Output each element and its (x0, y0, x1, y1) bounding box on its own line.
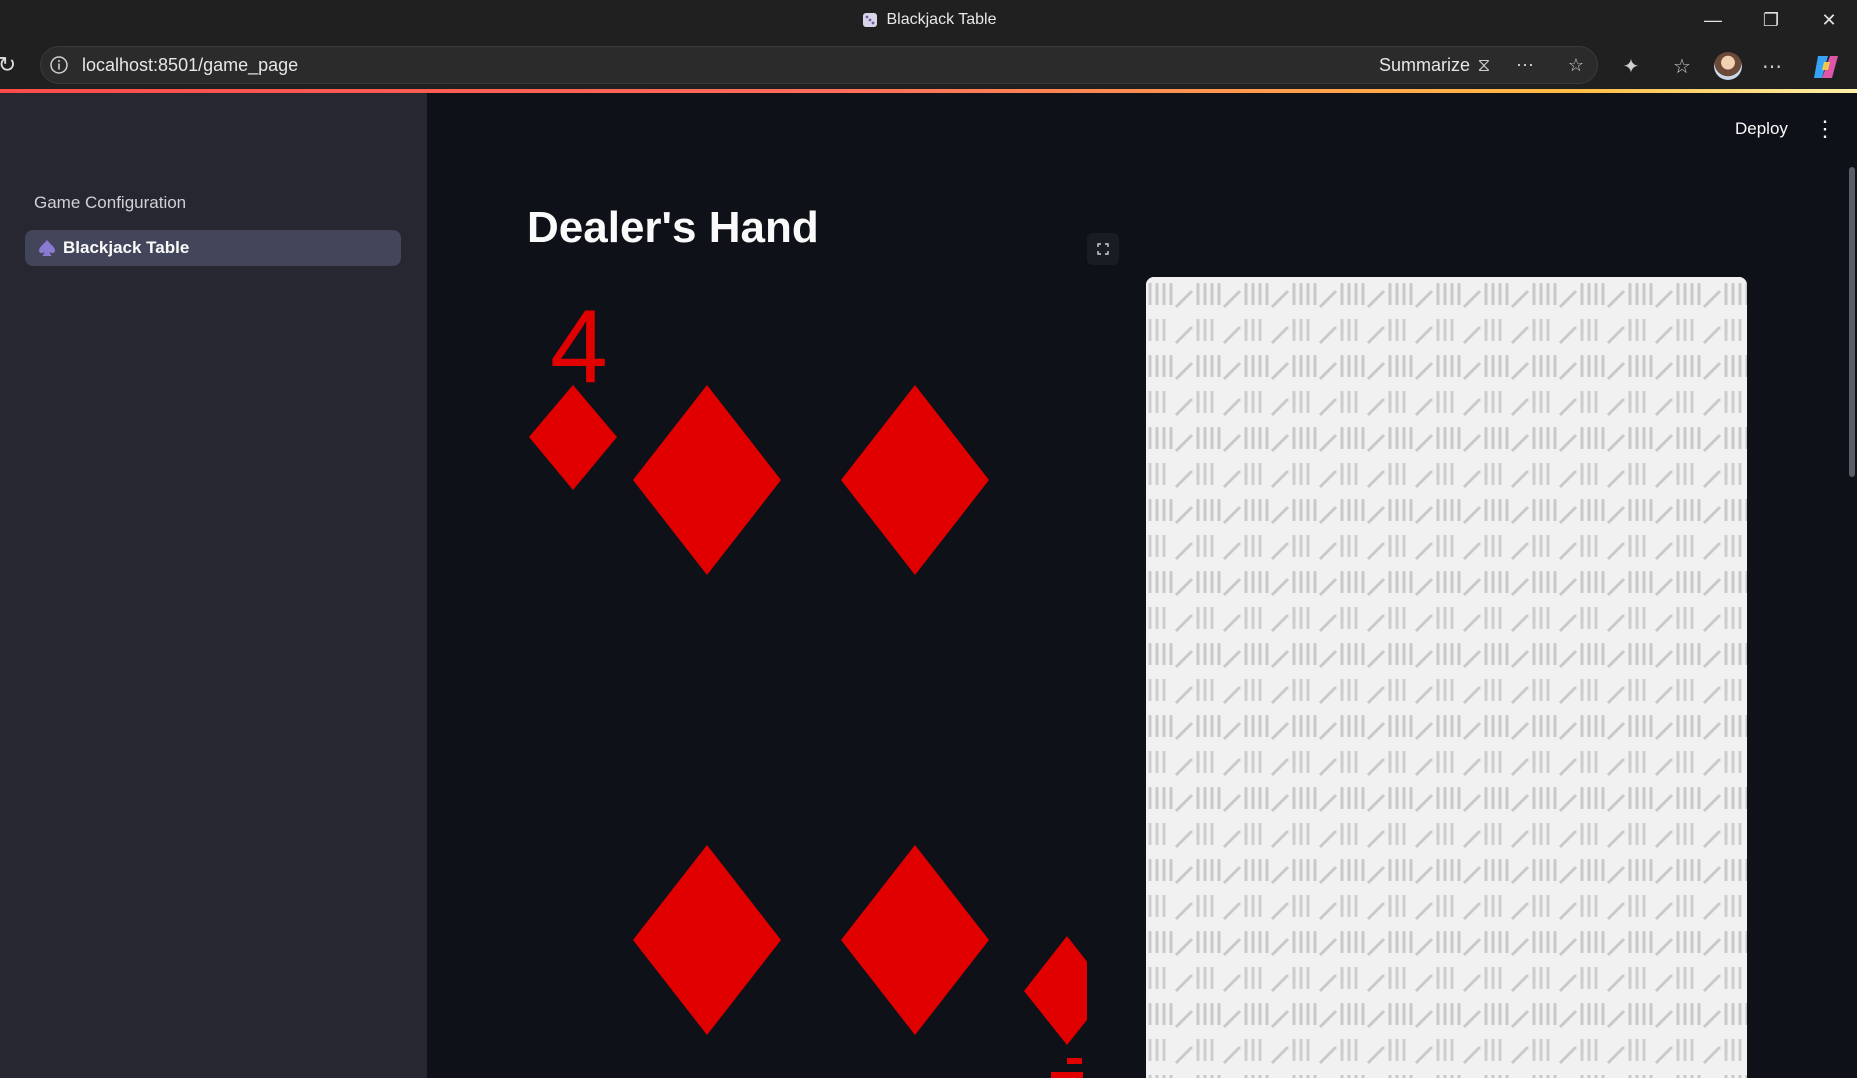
diamond-suit-icon (633, 845, 781, 1035)
spade-icon (39, 240, 55, 256)
sidebar-item-label: Blackjack Table (63, 238, 190, 257)
card-rank-label-inverted (1051, 1058, 1083, 1078)
card-back-pattern (1146, 277, 1747, 1078)
diamond-suit-icon (1024, 936, 1087, 1045)
fullscreen-button[interactable] (1087, 233, 1119, 265)
dice-icon (862, 13, 877, 27)
extensions-icon[interactable]: ✦ (1617, 52, 1645, 80)
window-title: Blackjack Table (886, 11, 997, 28)
url-text[interactable]: localhost:8501/game_page (82, 47, 298, 83)
reading-mode-icon[interactable]: ⋯ (1514, 54, 1536, 76)
main-content: Deploy ⋮ Dealer's Hand 4 (427, 93, 1857, 1078)
sidebar: Game Configuration Blackjack Table (0, 93, 427, 1078)
favorites-icon[interactable]: ☆ (1668, 52, 1696, 80)
sidebar-heading: Game Configuration (34, 193, 187, 212)
browser-toolbar: ↻ localhost:8501/game_page Summarize ⧖ ⋯… (0, 40, 1857, 90)
summarize-button[interactable]: Summarize (1379, 47, 1470, 83)
scrollbar[interactable] (1849, 167, 1855, 477)
diamond-suit-icon (841, 845, 989, 1035)
page-title: Dealer's Hand (527, 203, 819, 252)
avatar[interactable] (1714, 52, 1742, 80)
reload-icon[interactable]: ↻ (0, 52, 20, 78)
more-icon[interactable]: ⋯ (1758, 52, 1786, 80)
fullscreen-icon (1097, 243, 1109, 255)
favorite-star-icon[interactable]: ☆ (1565, 54, 1587, 76)
card-rank-label: 4 (550, 289, 608, 405)
deploy-button[interactable]: Deploy (1735, 119, 1788, 139)
diamond-suit-icon (841, 385, 989, 575)
vertical-dots-icon[interactable]: ⋮ (1813, 116, 1837, 141)
window-titlebar: Blackjack Table — ❐ ✕ (0, 0, 1857, 40)
info-icon[interactable] (49, 55, 69, 75)
address-bar[interactable]: localhost:8501/game_page Summarize ⧖ ⋯ ☆ (40, 46, 1598, 84)
playing-card-4-of-diamonds: 4 (529, 289, 1087, 1078)
sidebar-item-blackjack-table[interactable]: Blackjack Table (25, 230, 401, 266)
minimize-button[interactable]: — (1684, 0, 1742, 40)
copilot-page-icon[interactable]: ⧖ (1473, 54, 1495, 76)
close-window-button[interactable]: ✕ (1800, 0, 1857, 40)
copilot-icon[interactable] (1810, 52, 1840, 82)
playing-card-face-down (1146, 277, 1747, 1078)
restore-button[interactable]: ❐ (1742, 0, 1800, 40)
diamond-suit-icon (633, 385, 781, 575)
